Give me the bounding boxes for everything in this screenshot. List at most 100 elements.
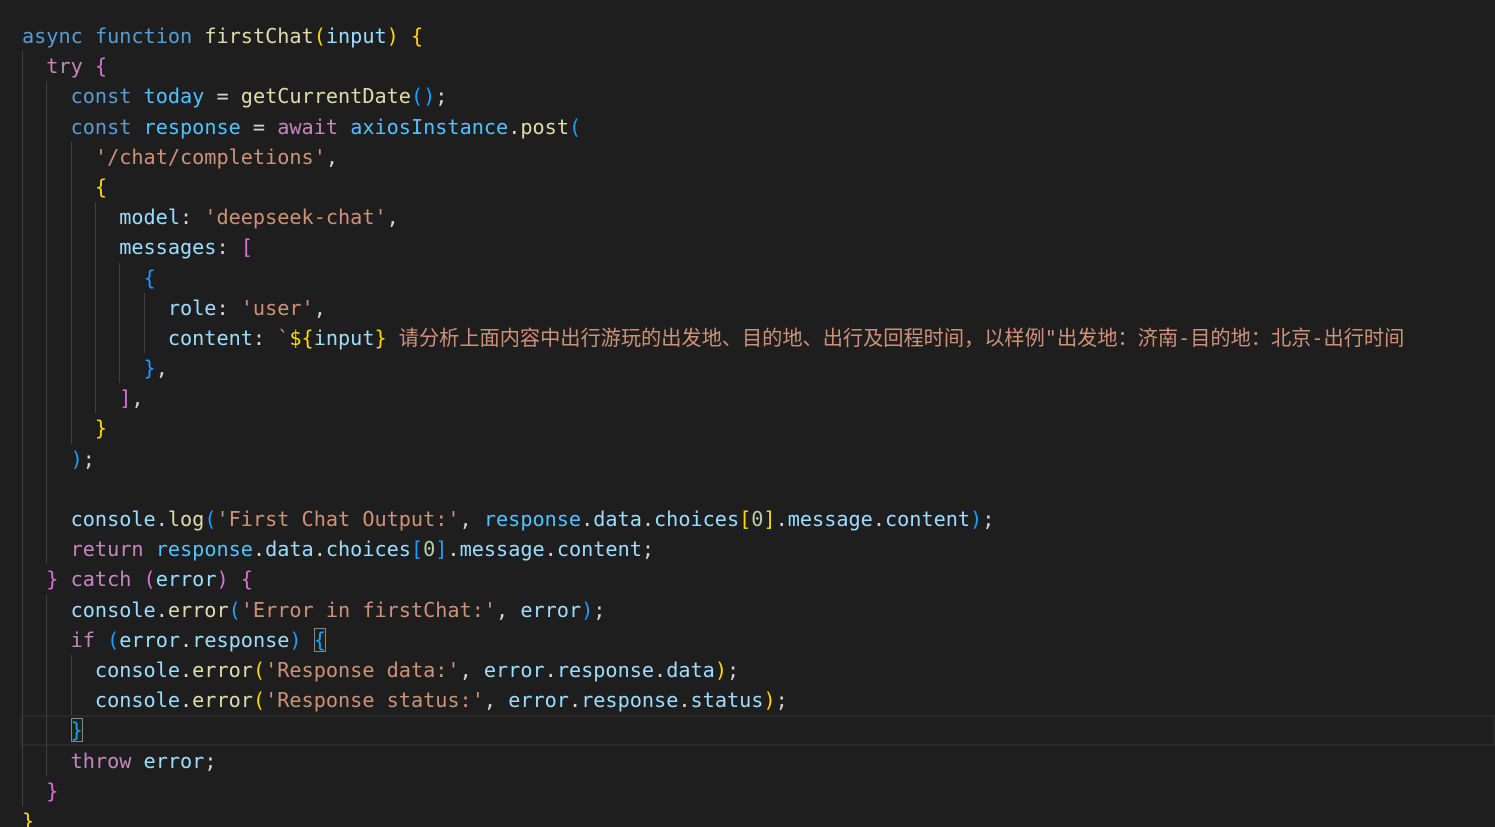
code-token: ( — [107, 627, 120, 652]
code-token: . — [544, 537, 557, 562]
indent-guide — [70, 353, 72, 384]
code-token: [ — [739, 507, 752, 531]
code-token: console — [70, 597, 156, 622]
code-token: 'First Chat Output:' — [216, 507, 460, 531]
code-line[interactable]: const today = getCurrentDate(); — [0, 81, 1495, 112]
code-line[interactable]: { — [0, 262, 1495, 293]
code-token: const — [70, 114, 132, 139]
indent-guide — [22, 775, 23, 806]
code-line[interactable]: const response = await axiosInstance.pos… — [0, 111, 1495, 142]
indent-guide — [46, 232, 48, 263]
code-line[interactable]: '/chat/completions', — [0, 141, 1495, 172]
code-line[interactable]: ); — [0, 443, 1495, 474]
code-token: today — [143, 84, 205, 109]
code-token: response — [155, 537, 253, 562]
code-line[interactable]: ], — [0, 383, 1495, 414]
code-token: error — [143, 748, 205, 773]
indent-guide — [22, 654, 23, 686]
indent-guide — [22, 473, 23, 504]
code-token: data — [593, 507, 642, 531]
code-token: , — [131, 386, 144, 411]
code-token: . — [155, 597, 168, 622]
code-token: response — [192, 627, 290, 652]
indent-guide — [46, 141, 48, 172]
code-token: } — [46, 567, 59, 592]
indent-guide — [70, 202, 72, 233]
code-token: error — [167, 597, 229, 622]
code-token: response — [483, 507, 582, 531]
code-token: data — [666, 657, 715, 682]
code-line[interactable]: } — [0, 715, 1495, 746]
current-line-highlight — [20, 715, 1495, 746]
code-line[interactable]: throw error; — [0, 745, 1495, 776]
code-token: try — [46, 54, 83, 79]
code-line[interactable]: } — [0, 413, 1495, 444]
indent-guide — [46, 202, 48, 233]
indent-guide — [46, 353, 48, 384]
indent-guide — [94, 383, 96, 414]
code-line[interactable]: }, — [0, 353, 1495, 384]
code-token: . — [775, 507, 788, 531]
code-token: error — [192, 688, 253, 713]
indent-guide — [94, 353, 96, 384]
indent-guide — [22, 534, 23, 565]
code-token: . — [252, 537, 266, 562]
code-line[interactable]: if (error.response) { — [0, 624, 1495, 655]
indent-guide — [22, 171, 23, 203]
matched-bracket: { — [313, 627, 326, 652]
code-line[interactable]: } catch (error) { — [0, 564, 1495, 595]
indent-guide — [22, 383, 23, 414]
code-token: . — [508, 114, 521, 139]
code-line[interactable]: try { — [0, 51, 1495, 82]
code-token: , — [325, 144, 339, 169]
code-token: throw — [70, 748, 132, 773]
code-token: . — [678, 688, 691, 713]
code-line[interactable]: } — [0, 806, 1495, 827]
code-line[interactable]: console.log('First Chat Output:', respon… — [0, 504, 1495, 535]
code-token: 请分析上面内容中出行游玩的出发地、目的地、出行及回程时间，以样例"出发地：济南-… — [386, 325, 1405, 350]
code-token: , — [386, 205, 399, 230]
code-token: : — [216, 235, 241, 260]
code-editor[interactable]: async function firstChat(input) {try {co… — [0, 0, 1495, 827]
code-line[interactable] — [0, 473, 1495, 504]
code-token: } — [94, 416, 108, 441]
code-token: ( — [252, 688, 266, 713]
code-token: message — [459, 537, 545, 562]
code-line[interactable]: console.error('Error in firstChat:', err… — [0, 594, 1495, 625]
code-token: ( — [568, 114, 582, 139]
code-line[interactable]: console.error('Response data:', error.re… — [0, 654, 1495, 686]
indent-guide — [46, 715, 48, 746]
code-token: role — [167, 295, 217, 320]
code-token: } — [46, 778, 59, 803]
code-token: ( — [313, 24, 326, 48]
code-line[interactable]: content: `${input} 请分析上面内容中出行游玩的出发地、目的地、… — [0, 322, 1495, 354]
code-token: message — [787, 507, 873, 531]
indent-guide — [22, 141, 23, 172]
code-token: } — [22, 808, 35, 827]
code-token: ] — [435, 537, 448, 562]
code-line[interactable]: { — [0, 171, 1495, 203]
code-line[interactable]: console.error('Response status:', error.… — [0, 685, 1495, 716]
code-line[interactable]: role: 'user', — [0, 292, 1495, 323]
indent-guide — [22, 715, 23, 746]
code-token: 'Response data:' — [265, 657, 460, 682]
code-token: response — [556, 657, 655, 682]
code-line[interactable]: return response.data.choices[0].message.… — [0, 534, 1495, 565]
code-token: error — [508, 688, 569, 713]
indent-guide — [46, 624, 48, 655]
code-line[interactable]: } — [0, 775, 1495, 806]
indent-guide — [22, 353, 23, 384]
indent-guide — [46, 322, 48, 354]
code-line[interactable]: model: 'deepseek-chat', — [0, 202, 1495, 233]
indent-guide — [46, 262, 48, 293]
code-token: input — [313, 325, 375, 350]
code-token: function — [94, 24, 193, 48]
indent-guide — [22, 504, 23, 535]
code-token: ; — [204, 748, 217, 773]
code-token: ) — [581, 597, 594, 622]
code-line[interactable]: async function firstChat(input) { — [0, 21, 1495, 51]
code-token: firstChat — [204, 24, 314, 48]
code-line[interactable]: messages: [ — [0, 232, 1495, 263]
